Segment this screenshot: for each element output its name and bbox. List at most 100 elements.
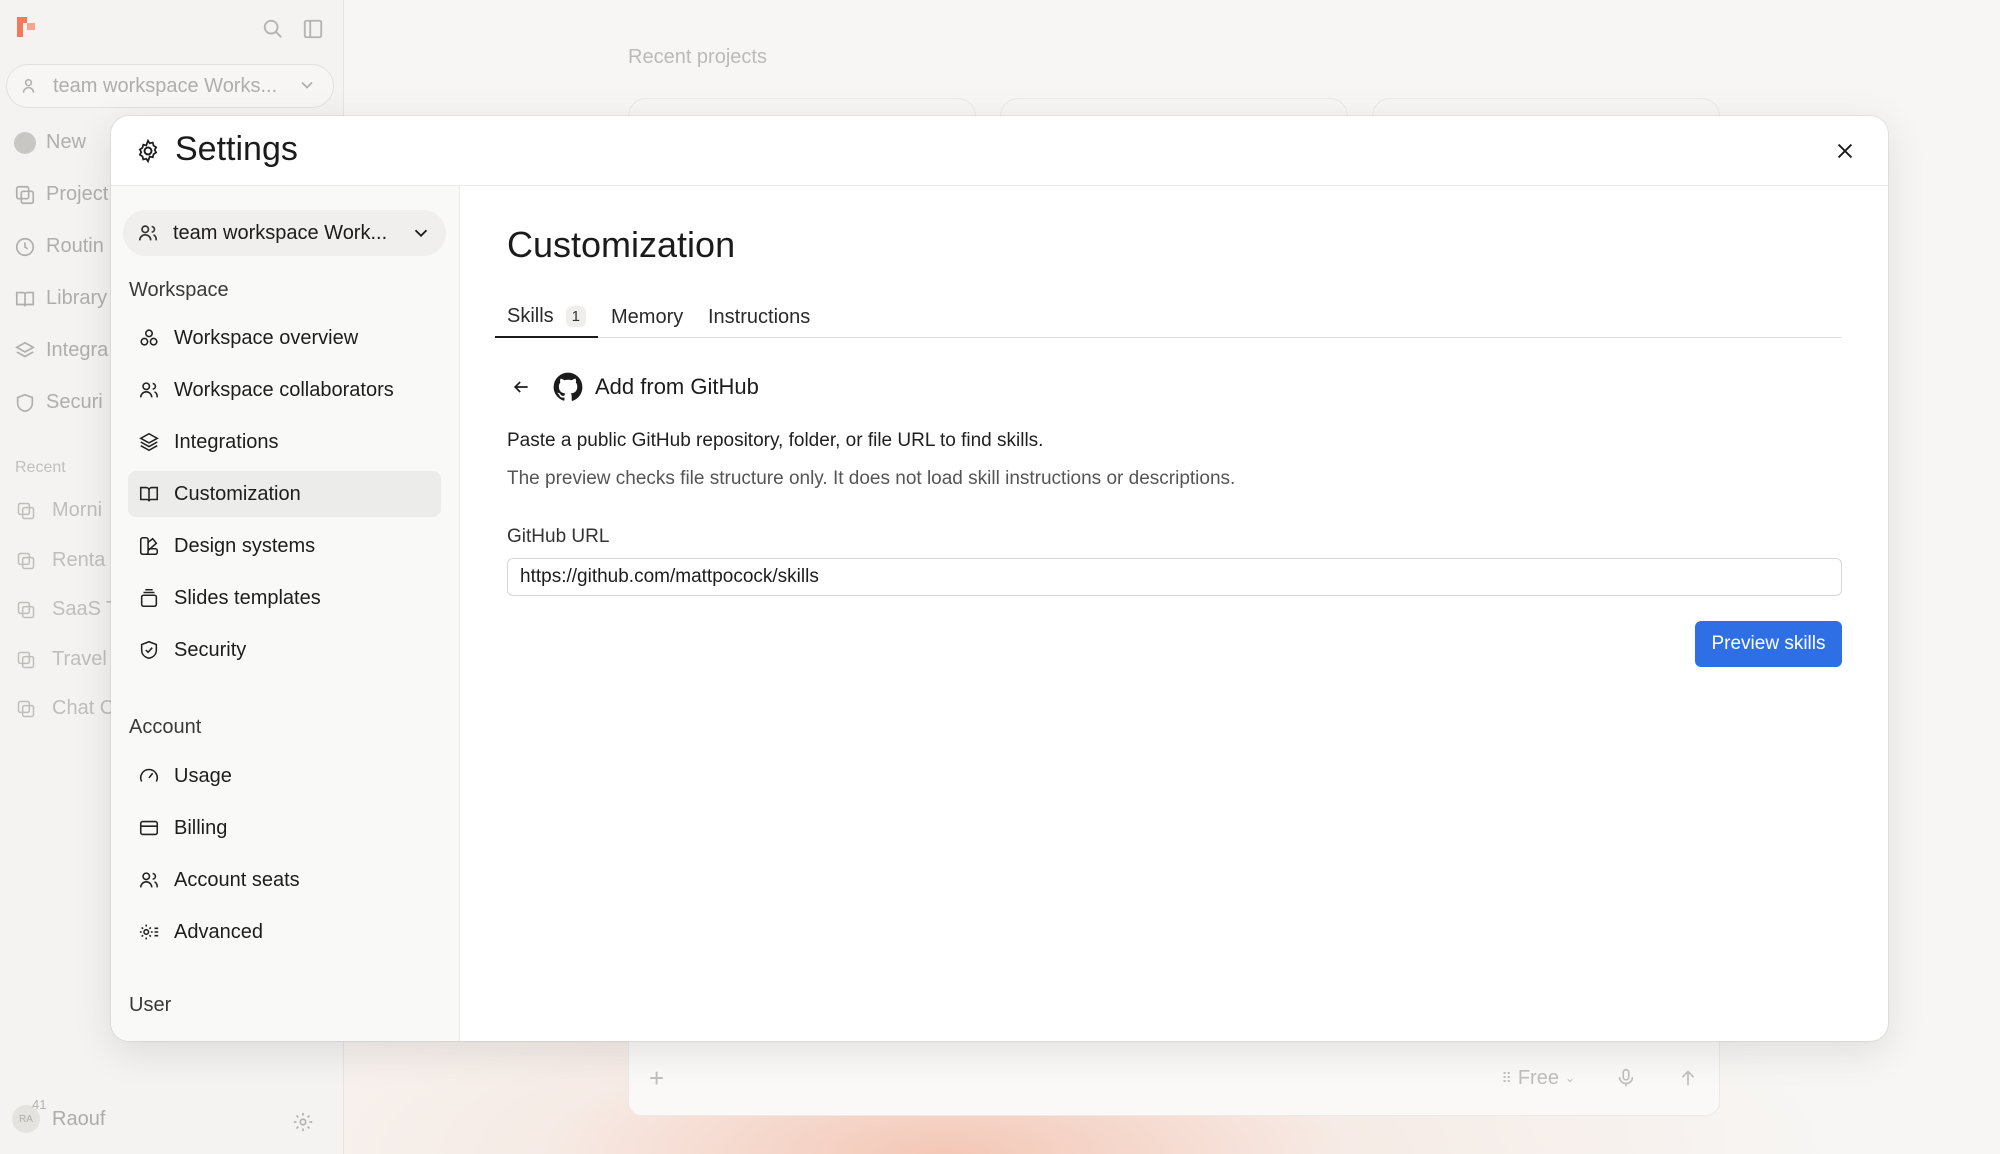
advanced-gear-icon	[139, 924, 159, 940]
chevron-down-icon: ⌄	[1564, 1071, 1575, 1085]
notification-count: 41	[32, 1097, 47, 1112]
workspace-select[interactable]: team workspace Work...	[123, 210, 446, 256]
layers-icon	[139, 432, 159, 452]
recent-item[interactable]: Travel	[16, 648, 107, 671]
credit-card-icon	[139, 820, 159, 836]
recent-heading: Recent	[15, 459, 66, 476]
chevron-down-icon	[301, 81, 313, 89]
github-url-input[interactable]	[507, 558, 1842, 596]
workspace-heading: Workspace	[129, 279, 229, 301]
sidebar-item-workspace-overview[interactable]: Workspace overview	[128, 315, 441, 361]
sidebar-item-label: Advanced	[174, 920, 263, 943]
sidebar-item-label: Design systems	[174, 534, 316, 557]
sidebar-item-label: Integrations	[174, 430, 279, 453]
sidebar-item-slides-templates[interactable]: Slides templates	[128, 575, 441, 621]
sidebar-item-label: Slides templates	[174, 586, 321, 609]
plan-selector[interactable]: ⠿ Free ⌄	[1502, 1067, 1575, 1090]
shield-check-icon	[140, 640, 158, 660]
description-primary: Paste a public GitHub repository, folder…	[507, 430, 1044, 451]
nav-security-label: Securi	[46, 391, 103, 413]
arrow-left-icon	[513, 381, 528, 393]
sidebar-item-customization[interactable]: Customization	[128, 471, 441, 517]
sidebar-item-security[interactable]: Security	[128, 627, 441, 673]
layers-icon	[15, 341, 35, 357]
app-logo-icon	[17, 17, 35, 37]
close-icon	[1837, 143, 1853, 159]
palette-icon	[139, 536, 159, 556]
nav-routines-label: Routin	[46, 235, 104, 257]
nav-library-label: Library	[46, 287, 108, 309]
recent-item-label: Travel	[52, 648, 107, 670]
preview-skills-button[interactable]: Preview skills	[1695, 621, 1842, 667]
gear-icon	[138, 138, 158, 164]
back-button[interactable]	[507, 373, 535, 401]
project-icon	[17, 651, 35, 668]
users-icon	[138, 225, 158, 241]
nav-security[interactable]: Securi	[14, 391, 103, 414]
search-icon[interactable]	[262, 18, 284, 40]
book-icon	[15, 291, 35, 306]
users-icon	[22, 79, 35, 93]
gear-icon[interactable]	[292, 1111, 314, 1133]
sidebar-item-label: Customization	[174, 482, 301, 505]
sidebar-toggle-icon[interactable]	[302, 18, 324, 40]
recent-item[interactable]: Morni	[16, 499, 102, 522]
sidebar-item-label: Workspace overview	[174, 326, 359, 349]
recent-item-label: Renta	[52, 549, 106, 571]
workspace-switcher[interactable]: team workspace Works...	[6, 64, 334, 108]
plus-circle-icon	[14, 131, 36, 154]
sidebar-item-billing[interactable]: Billing	[128, 805, 441, 851]
skills-count-badge: 1	[565, 305, 587, 327]
user-name: Raouf	[52, 1107, 106, 1130]
project-icon	[17, 601, 35, 618]
send-arrow-icon[interactable]	[1677, 1067, 1699, 1089]
github-icon	[553, 372, 583, 401]
grip-icon: ⠿	[1501, 1069, 1512, 1086]
recent-projects-heading: Recent projects	[628, 46, 767, 68]
sidebar-item-label: Usage	[174, 764, 232, 787]
nav-routines[interactable]: Routin	[14, 235, 104, 258]
description-secondary: The preview checks file structure only. …	[507, 468, 1236, 489]
nav-new[interactable]: New	[14, 131, 86, 154]
nav-projects[interactable]: Project	[14, 183, 108, 206]
add-attachment-button[interactable]: +	[649, 1063, 664, 1094]
nav-library[interactable]: Library	[14, 287, 107, 310]
users-icon	[139, 872, 159, 888]
recent-item[interactable]: Chat C	[16, 697, 114, 720]
project-icon	[17, 502, 35, 519]
github-url-label: GitHub URL	[507, 526, 610, 547]
workspace-overview-icon	[140, 329, 158, 346]
nav-integrations-label: Integra	[46, 339, 109, 361]
tab-skills[interactable]: Skills 1	[495, 296, 599, 338]
tab-memory-label: Memory	[611, 305, 684, 328]
projects-icon	[15, 185, 35, 204]
settings-modal: Settings team workspace Work... Workspac…	[111, 116, 1888, 1041]
page-title: Customization	[507, 224, 736, 265]
sidebar-item-workspace-collaborators[interactable]: Workspace collaborators	[128, 367, 441, 413]
close-button[interactable]	[1830, 136, 1860, 166]
recent-item[interactable]: Renta	[16, 549, 105, 572]
users-icon	[139, 382, 159, 398]
shield-icon	[16, 393, 34, 412]
prompt-composer[interactable]: + ⠿ Free ⌄	[628, 1040, 1720, 1116]
user-heading: User	[129, 994, 172, 1016]
sidebar-item-usage[interactable]: Usage	[128, 753, 441, 799]
sidebar-item-advanced[interactable]: Advanced	[128, 909, 441, 955]
book-open-icon	[139, 486, 159, 502]
tab-bar: Skills 1 Memory Instructions	[495, 296, 1842, 338]
project-icon	[17, 552, 35, 569]
modal-title: Settings	[175, 130, 298, 168]
add-from-github-header: Add from GitHub	[507, 372, 759, 402]
tab-instructions[interactable]: Instructions	[708, 296, 810, 338]
recent-item-label: Morni	[52, 499, 103, 521]
tab-memory[interactable]: Memory	[611, 296, 683, 338]
user-profile[interactable]: RA 41 Raouf	[12, 1097, 106, 1133]
sidebar-item-integrations[interactable]: Integrations	[128, 419, 441, 465]
modal-header: Settings	[111, 116, 1888, 186]
microphone-icon[interactable]	[1615, 1067, 1637, 1089]
gauge-icon	[139, 768, 159, 782]
sidebar-item-account-seats[interactable]: Account seats	[128, 857, 441, 903]
sidebar-item-design-systems[interactable]: Design systems	[128, 523, 441, 569]
recent-item[interactable]: SaaS T	[16, 598, 118, 621]
nav-integrations[interactable]: Integra	[14, 339, 108, 362]
